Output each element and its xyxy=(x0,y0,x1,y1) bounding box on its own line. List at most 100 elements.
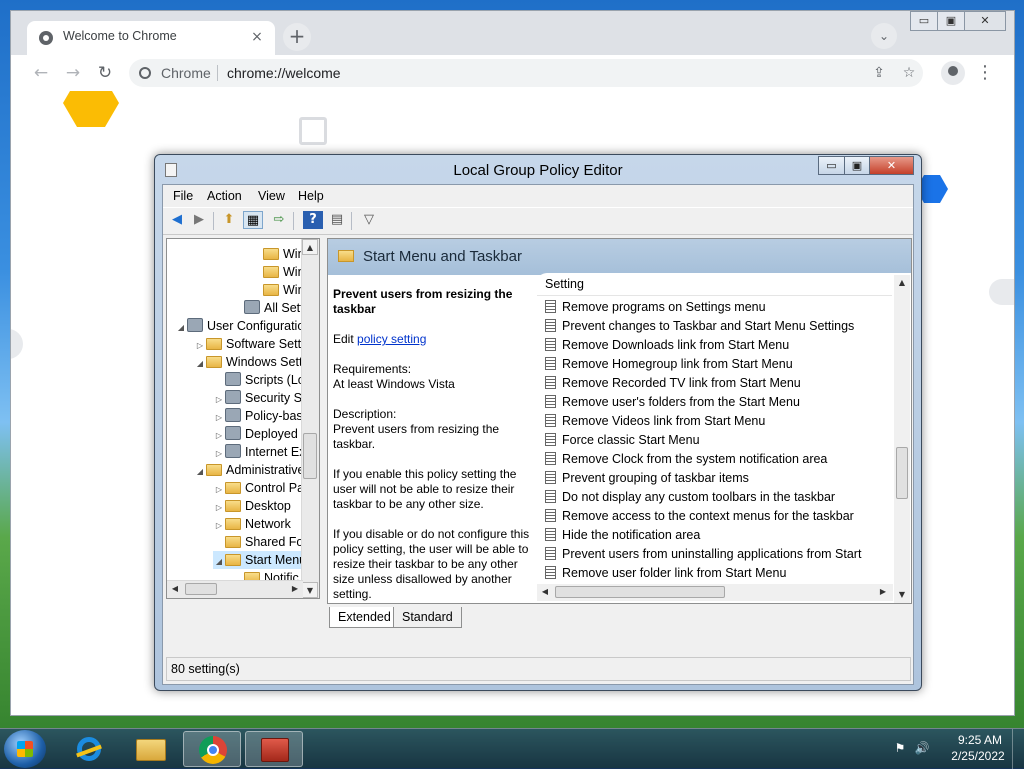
expand-arrow-icon[interactable]: ◢ xyxy=(213,553,225,571)
tree-node[interactable]: ▷ Internet Ex xyxy=(213,443,305,461)
forward-button[interactable]: → xyxy=(61,61,85,85)
taskbar-file-explorer[interactable] xyxy=(121,731,179,767)
tree-vertical-scrollbar[interactable]: ▲ ▼ xyxy=(301,239,319,598)
setting-row[interactable]: Remove Downloads link from Start Menu xyxy=(545,336,789,355)
gpe-maximize-button[interactable]: ▣ xyxy=(844,156,870,175)
internet-explorer-icon xyxy=(77,737,101,761)
help-icon[interactable]: ? xyxy=(303,211,323,229)
tab-extended[interactable]: Extended xyxy=(329,607,400,628)
chrome-maximize-button[interactable]: ▣ xyxy=(937,11,965,31)
properties-icon[interactable]: ▤ xyxy=(327,211,347,229)
setting-row[interactable]: Remove Homegroup link from Start Menu xyxy=(545,355,793,374)
new-tab-button[interactable]: + xyxy=(283,23,311,51)
tree-node[interactable]: ◢ Start Menu xyxy=(213,551,307,571)
settings-hscroll-thumb[interactable] xyxy=(555,586,725,598)
setting-row[interactable]: Remove access to the context menus for t… xyxy=(545,507,854,526)
chrome-minimize-button[interactable]: ▭ xyxy=(910,11,938,31)
settings-list[interactable]: Setting Remove programs on Settings menu… xyxy=(537,273,911,603)
scroll-right-icon[interactable]: ▶ xyxy=(875,584,891,600)
scroll-left-icon[interactable]: ◀ xyxy=(537,584,553,600)
tab-standard[interactable]: Standard xyxy=(393,607,462,628)
tree-node[interactable]: ▷ Desktop xyxy=(213,497,291,515)
url-text[interactable]: chrome://welcome xyxy=(227,65,341,81)
reload-button[interactable]: ↻ xyxy=(93,61,117,85)
tree-node[interactable]: ▷ Security Se xyxy=(213,389,309,407)
scroll-left-icon[interactable]: ◀ xyxy=(167,581,183,597)
tree-node[interactable]: ▷ Policy-bas xyxy=(213,407,303,425)
tree-node[interactable]: Scripts (Lo xyxy=(213,371,305,389)
scroll-up-icon[interactable]: ▲ xyxy=(894,275,910,291)
tab-search-button[interactable]: ⌄ xyxy=(871,23,897,49)
start-button[interactable] xyxy=(4,730,46,768)
clock-time[interactable]: 9:25 AM xyxy=(950,733,1010,747)
setting-row[interactable]: Remove Clock from the system notificatio… xyxy=(545,450,827,469)
up-folder-icon[interactable]: ⬆ xyxy=(219,211,239,229)
chrome-close-button[interactable]: ✕ xyxy=(964,11,1006,31)
expand-arrow-icon[interactable]: ◢ xyxy=(175,319,187,337)
setting-row[interactable]: Remove programs on Settings menu xyxy=(545,298,766,317)
setting-row[interactable]: Prevent changes to Taskbar and Start Men… xyxy=(545,317,854,336)
setting-row[interactable]: Remove Videos link from Start Menu xyxy=(545,412,765,431)
back-arrow-icon[interactable]: ◀ xyxy=(167,211,187,229)
expand-arrow-icon[interactable]: ◢ xyxy=(194,355,206,373)
setting-row[interactable]: Remove user's folders from the Start Men… xyxy=(545,393,800,412)
taskbar-internet-explorer[interactable] xyxy=(60,731,118,767)
menu-file[interactable]: File xyxy=(173,189,193,203)
tree-horizontal-scrollbar[interactable]: ◀ ▶ xyxy=(167,580,303,598)
setting-row[interactable]: Hide the notification area xyxy=(545,526,700,545)
setting-row[interactable]: Remove user folder link from Start Menu xyxy=(545,564,786,583)
menu-view[interactable]: View xyxy=(258,189,285,203)
address-bar[interactable]: Chrome chrome://welcome ⇪ ☆ xyxy=(129,59,923,87)
bookmark-star-icon[interactable]: ☆ xyxy=(899,63,919,83)
settings-vertical-scrollbar[interactable]: ▲ ▼ xyxy=(894,275,910,603)
tree-hscroll-thumb[interactable] xyxy=(185,583,217,595)
tab-welcome[interactable]: Welcome to Chrome × xyxy=(27,21,275,55)
filter-icon[interactable]: ▽ xyxy=(359,211,379,229)
scroll-down-icon[interactable]: ▼ xyxy=(894,587,910,603)
settings-scroll-thumb[interactable] xyxy=(896,447,908,499)
settings-horizontal-scrollbar[interactable]: ◀ ▶ xyxy=(537,584,893,601)
scroll-down-icon[interactable]: ▼ xyxy=(302,582,318,598)
setting-row[interactable]: Force classic Start Menu xyxy=(545,431,700,450)
setting-row[interactable]: Prevent users from uninstalling applicat… xyxy=(545,545,861,564)
policy-tree[interactable]: WindoWindoWindoAll Setting◢User Configur… xyxy=(166,238,320,599)
clock-date[interactable]: 2/25/2022 xyxy=(940,749,1016,763)
menu-action[interactable]: Action xyxy=(207,189,242,203)
tree-node[interactable]: ◢ Windows Sett xyxy=(194,353,303,373)
tree-node[interactable]: ▷ Control Pa xyxy=(213,479,304,497)
taskbar-chrome[interactable] xyxy=(183,731,241,767)
setting-row[interactable]: Remove Recorded TV link from Start Menu xyxy=(545,374,801,393)
policy-setting-link[interactable]: policy setting xyxy=(357,332,426,346)
tree-node[interactable]: ▷ Network xyxy=(213,515,291,533)
tree-node[interactable]: ▷ Deployed xyxy=(213,425,298,443)
back-button[interactable]: ← xyxy=(29,61,53,85)
volume-icon[interactable]: 🔊 xyxy=(914,740,930,756)
setting-row[interactable]: Do not display any custom toolbars in th… xyxy=(545,488,835,507)
menu-help[interactable]: Help xyxy=(298,189,324,203)
profile-avatar-icon[interactable] xyxy=(941,61,965,85)
tree-node[interactable]: ◢ User Configuratio xyxy=(175,317,304,335)
column-header-setting[interactable]: Setting xyxy=(537,273,892,296)
setting-row[interactable]: Prevent grouping of taskbar items xyxy=(545,469,749,488)
tree-node[interactable]: ◢ Administrative xyxy=(194,461,305,479)
chrome-menu-icon[interactable]: ⋮ xyxy=(973,61,997,85)
gpe-titlebar[interactable]: Local Group Policy Editor ▭ ▣ ✕ xyxy=(155,155,921,185)
tab-close-icon[interactable]: × xyxy=(247,27,267,47)
tree-node[interactable]: ▷ Software Setti xyxy=(194,335,304,353)
tree-node[interactable]: Shared Fol xyxy=(213,533,306,551)
network-icon[interactable]: ⚑ xyxy=(892,740,908,756)
expand-arrow-icon[interactable]: ◢ xyxy=(194,463,206,481)
gpe-close-button[interactable]: ✕ xyxy=(869,156,914,175)
show-desktop-button[interactable] xyxy=(1012,729,1024,769)
forward-arrow-icon[interactable]: ▶ xyxy=(189,211,209,229)
share-icon[interactable]: ⇪ xyxy=(869,63,889,83)
setting-label: Prevent changes to Taskbar and Start Men… xyxy=(562,319,855,333)
scroll-up-icon[interactable]: ▲ xyxy=(302,239,318,255)
tree-scroll-thumb[interactable] xyxy=(303,433,317,479)
gpe-minimize-button[interactable]: ▭ xyxy=(818,156,845,175)
show-hide-tree-icon[interactable]: ▦ xyxy=(243,211,263,229)
taskbar-group-policy-editor[interactable] xyxy=(245,731,303,767)
export-list-icon[interactable]: ⇨ xyxy=(269,211,289,229)
scroll-right-icon[interactable]: ▶ xyxy=(287,581,303,597)
site-info-icon[interactable] xyxy=(139,67,151,79)
